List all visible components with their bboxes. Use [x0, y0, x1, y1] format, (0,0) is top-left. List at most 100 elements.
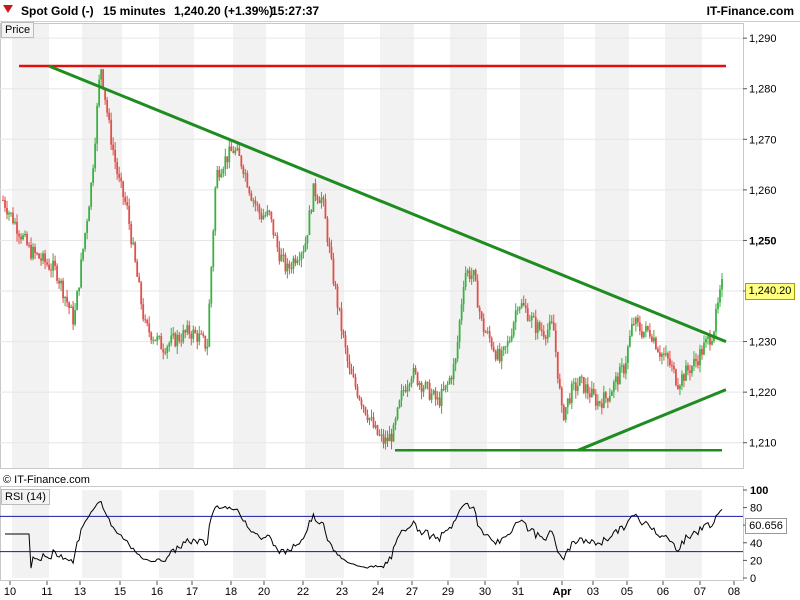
candle-body	[244, 173, 247, 175]
candle-body	[166, 346, 169, 353]
candle-body	[588, 393, 591, 398]
dropdown-arrow-icon[interactable]	[3, 5, 13, 13]
candle-body	[184, 330, 187, 333]
candle-body	[180, 340, 183, 342]
candle-body	[711, 340, 713, 345]
candle-body	[396, 407, 399, 419]
candle-body	[512, 322, 515, 336]
candle-body	[292, 258, 295, 269]
candle-body	[328, 242, 331, 247]
candle-body	[6, 207, 8, 215]
candle-body	[196, 333, 199, 342]
candle-body	[250, 193, 253, 201]
candle-body	[316, 196, 319, 201]
candle-body	[68, 302, 70, 308]
candle-body	[102, 69, 105, 89]
candle-body	[707, 336, 709, 339]
candle-body	[436, 397, 439, 400]
x-tick-label: Apr	[553, 586, 573, 598]
candle-body	[108, 112, 111, 120]
candle-body	[424, 382, 427, 389]
candle-body	[150, 332, 153, 341]
candle-body	[262, 215, 265, 220]
candle-body	[528, 320, 531, 322]
candle-body	[66, 296, 68, 303]
chart-canvas: 1,2901,2801,2701,2601,2501,2401,2301,220…	[0, 23, 777, 598]
candle-body	[432, 390, 435, 394]
candle-body	[478, 307, 481, 312]
candle-body	[136, 261, 139, 277]
rsi-tick-label: 100	[750, 485, 768, 497]
candle-body	[326, 218, 329, 243]
candle-body	[260, 213, 263, 220]
candle-body	[616, 376, 619, 385]
candle-body	[340, 308, 343, 331]
candle-body	[703, 342, 705, 355]
candle-body	[312, 183, 315, 212]
candle-body	[90, 182, 93, 207]
candle-body	[16, 221, 18, 234]
candle-body	[679, 385, 681, 389]
day-shade	[450, 23, 487, 468]
x-tick-label: 07	[694, 586, 706, 598]
candle-body	[554, 330, 557, 352]
candle-body	[634, 317, 637, 324]
candle-body	[717, 302, 719, 309]
candle-body	[522, 303, 525, 306]
candle-body	[540, 329, 543, 332]
candle-body	[586, 384, 589, 394]
candle-body	[308, 210, 311, 236]
rsi-panel-label: RSI (14)	[1, 489, 50, 505]
x-tick-label: 08	[728, 586, 740, 598]
candle-body	[152, 339, 155, 341]
candle-body	[422, 388, 425, 392]
day-shade	[159, 23, 194, 468]
candle-body	[574, 382, 577, 391]
candle-body	[546, 329, 549, 339]
candle-body	[298, 259, 301, 261]
candle-body	[384, 437, 387, 444]
candle-body	[366, 414, 369, 421]
day-shading	[12, 23, 702, 578]
candle-body	[200, 333, 203, 335]
candle-body	[418, 382, 421, 386]
candle-body	[186, 325, 189, 333]
candle-body	[661, 353, 663, 357]
day-shade	[665, 490, 702, 578]
candle-body	[130, 224, 133, 245]
candle-body	[334, 283, 337, 287]
candle-body	[556, 351, 559, 379]
candle-body	[404, 390, 407, 392]
candle-body	[242, 166, 245, 175]
candle-body	[188, 325, 191, 335]
x-tick-label: 29	[442, 586, 454, 598]
candle-body	[568, 398, 571, 404]
candle-body	[450, 378, 453, 380]
day-shade	[595, 490, 629, 578]
candle-body	[378, 434, 381, 436]
day-shade	[305, 23, 344, 468]
candle-body	[578, 376, 581, 386]
candle-body	[462, 286, 465, 305]
candle-body	[60, 280, 62, 284]
candle-body	[212, 230, 215, 268]
candle-body	[454, 358, 457, 365]
candle-body	[448, 378, 451, 384]
candle-body	[70, 306, 72, 308]
candle-body	[636, 317, 639, 323]
candle-body	[332, 258, 335, 284]
candle-body	[520, 303, 523, 308]
candle-body	[118, 174, 121, 178]
candle-body	[236, 148, 239, 150]
candle-body	[646, 326, 649, 331]
candle-body	[683, 374, 685, 381]
candle-body	[12, 212, 14, 224]
candle-body	[140, 282, 143, 305]
candle-body	[76, 291, 79, 311]
y-tick-label: 1,260	[749, 185, 777, 197]
candle-body	[144, 319, 147, 321]
y-tick-label: 1,220	[749, 387, 777, 399]
candle-body	[622, 365, 625, 374]
candle-body	[604, 392, 607, 399]
candle-body	[88, 206, 91, 222]
